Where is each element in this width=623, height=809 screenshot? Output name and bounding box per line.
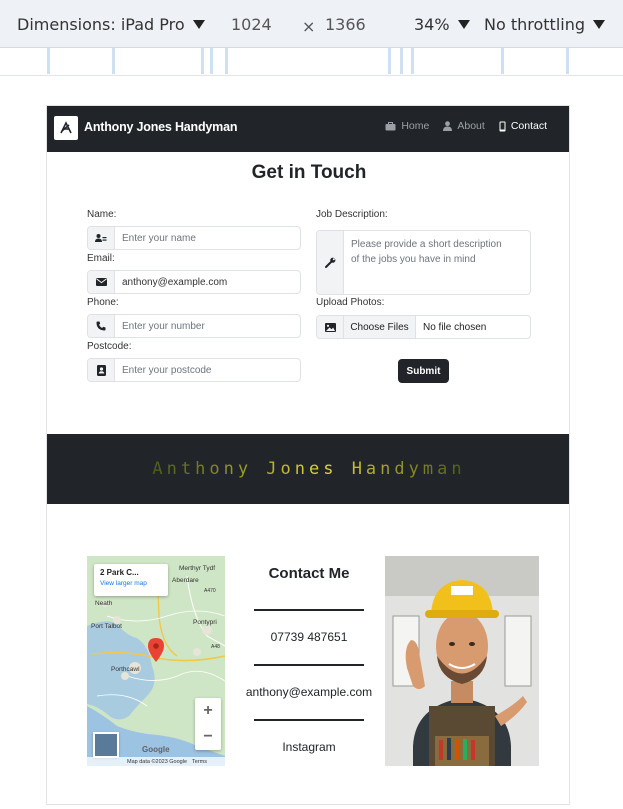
phone-field[interactable]: Enter your number <box>87 314 301 338</box>
contact-title: Contact Me <box>268 565 350 582</box>
file-status: No file chosen <box>423 321 487 333</box>
throttling-label: No throttling <box>484 15 586 34</box>
name-field[interactable]: Enter your name <box>87 226 301 250</box>
person-icon <box>443 121 453 131</box>
nav-link-contact[interactable]: Contact <box>499 120 547 132</box>
dimensions-label: Dimensions: iPad Pro <box>17 15 185 34</box>
contact-phone[interactable]: 07739 487651 <box>237 630 381 644</box>
navbar: Anthony Jones Handyman Home About Contac… <box>47 106 569 152</box>
wrench-icon <box>317 231 344 294</box>
map-place-label: Porthcawl <box>111 666 140 673</box>
briefcase-icon <box>385 121 396 130</box>
name-input[interactable]: Enter your name <box>115 227 300 249</box>
chevron-down-icon <box>593 20 606 29</box>
zoom-in-button[interactable]: + <box>195 698 221 724</box>
phone-icon <box>499 121 506 131</box>
email-label: Email: <box>87 253 115 264</box>
contact-instagram[interactable]: Instagram <box>237 740 381 754</box>
dimensions-dropdown[interactable]: Dimensions: iPad Pro <box>17 15 205 34</box>
divider <box>254 609 364 611</box>
zoom-dropdown[interactable]: 34% <box>414 15 470 34</box>
map-place-card: 2 Park C... View larger map <box>94 564 168 596</box>
nav-link-label: Home <box>401 120 430 132</box>
map-place-label: Pontypri <box>193 619 217 626</box>
job-description-placeholder-line: of the jobs you have in mind <box>351 254 476 265</box>
nav-link-home[interactable]: Home <box>385 120 429 132</box>
handyman-illustration <box>385 556 539 766</box>
height-input[interactable]: 1366 <box>325 15 366 34</box>
banner-text: Anthony Jones Handyman <box>152 459 466 479</box>
email-field[interactable]: anthony@example.com <box>87 270 301 294</box>
page-title: Get in Touch <box>251 162 367 183</box>
nav-link-about[interactable]: About <box>443 120 485 132</box>
user-tag-icon <box>88 227 115 249</box>
road-label: A470 <box>204 588 216 594</box>
email-input[interactable]: anthony@example.com <box>115 271 300 293</box>
job-description-textarea[interactable]: Please provide a short description of th… <box>344 231 530 294</box>
id-badge-icon <box>88 359 115 381</box>
job-description-field[interactable]: Please provide a short description of th… <box>316 230 531 295</box>
map-terms-link[interactable]: Terms <box>192 759 207 765</box>
handyman-photo <box>385 556 539 766</box>
nav-link-label: Contact <box>510 120 547 132</box>
divider <box>254 664 364 666</box>
image-icon <box>317 316 344 338</box>
logo-icon[interactable] <box>54 116 78 140</box>
map-layer-toggle[interactable] <box>93 732 119 758</box>
phone-input[interactable]: Enter your number <box>115 315 300 337</box>
footer-banner: Anthony Jones Handyman <box>47 434 569 504</box>
view-larger-map-link[interactable]: View larger map <box>100 580 162 587</box>
submit-button[interactable]: Submit <box>398 359 449 383</box>
embedded-map[interactable]: Merthyr Tydf Aberdare Neath Port Talbot … <box>87 556 225 766</box>
postcode-field[interactable]: Enter your postcode <box>87 358 301 382</box>
upload-photos-field[interactable]: Choose Files No file chosen <box>316 315 531 339</box>
map-data-attribution: Map data ©2023 Google <box>127 758 188 765</box>
road-label: A48 <box>211 644 220 650</box>
phone-handset-icon <box>88 315 115 337</box>
postcode-input[interactable]: Enter your postcode <box>115 359 300 381</box>
throttling-dropdown[interactable]: No throttling <box>484 15 606 34</box>
phone-label: Phone: <box>87 297 119 308</box>
device-viewport: Anthony Jones Handyman Home About Contac… <box>46 105 570 805</box>
map-footer: Map data ©2023 Google Terms <box>87 757 225 766</box>
contact-email[interactable]: anthony@example.com <box>237 685 381 699</box>
postcode-label: Postcode: <box>87 341 132 352</box>
map-place-label: Neath <box>95 600 113 607</box>
map-place-label: Merthyr Tydf <box>179 565 216 572</box>
media-query-ruler[interactable] <box>0 48 623 76</box>
choose-files-button[interactable]: Choose Files <box>344 316 416 338</box>
zoom-out-button[interactable]: − <box>195 724 221 750</box>
contact-details: Contact Me 07739 487651 anthony@example.… <box>237 556 381 766</box>
chevron-down-icon <box>192 20 205 29</box>
name-label: Name: <box>87 209 117 220</box>
map-place-label: Aberdare <box>172 577 199 584</box>
google-logo: Google <box>142 745 170 754</box>
job-description-placeholder-line: Please provide a short description <box>351 239 502 250</box>
devtools-toolbar: Dimensions: iPad Pro 1024 × 1366 34% No … <box>0 0 623 48</box>
width-input[interactable]: 1024 <box>231 15 272 34</box>
upload-photos-label: Upload Photos: <box>316 297 385 308</box>
map-zoom-controls: + − <box>195 698 221 750</box>
chevron-down-icon <box>457 20 470 29</box>
zoom-label: 34% <box>414 15 450 34</box>
map-place-label: Port Talbot <box>91 623 122 630</box>
envelope-icon <box>88 271 115 293</box>
job-description-label: Job Description: <box>316 209 388 220</box>
times-sign: × <box>302 17 316 36</box>
map-place-title: 2 Park C... <box>100 568 139 577</box>
nav-link-label: About <box>457 120 485 132</box>
brand-name[interactable]: Anthony Jones Handyman <box>84 120 237 134</box>
divider <box>254 719 364 721</box>
